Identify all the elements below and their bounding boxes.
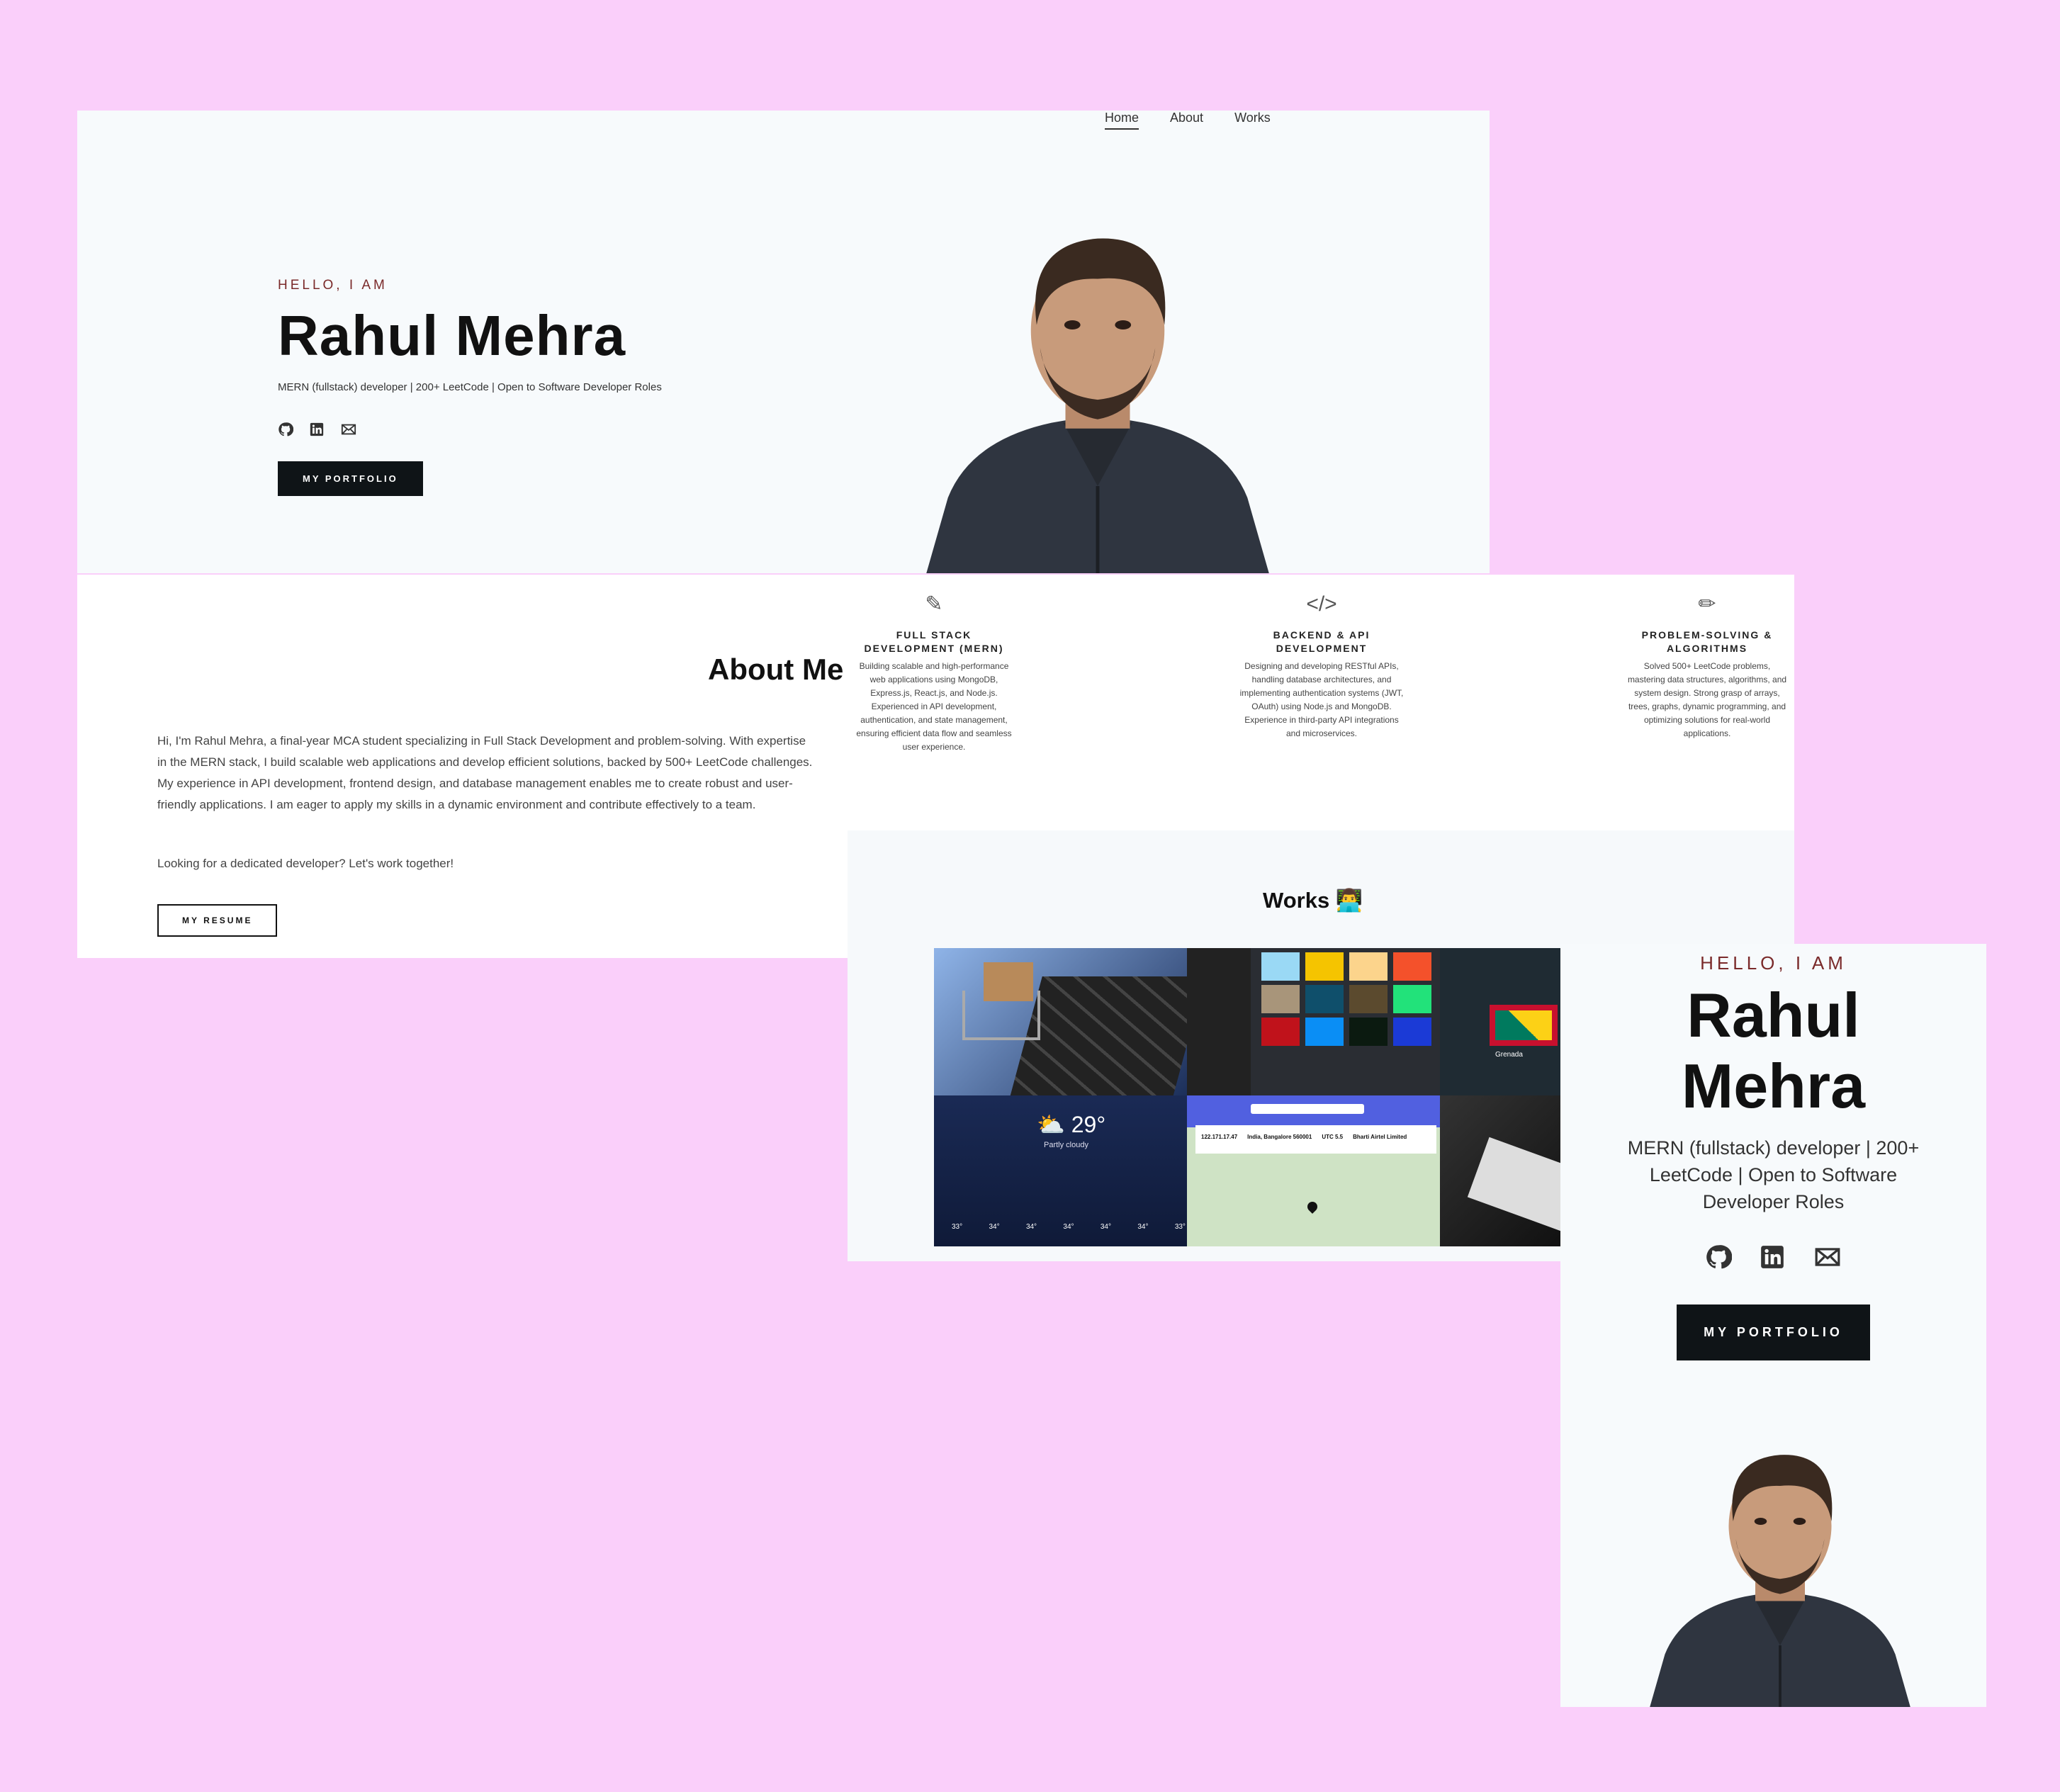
hero-intro: HELLO, I AM Rahul Mehra MERN (fullstack)… xyxy=(278,278,662,496)
github-icon[interactable] xyxy=(1705,1244,1732,1270)
mail-icon[interactable] xyxy=(1813,1244,1842,1270)
weather-temp: 29° xyxy=(1071,1112,1106,1137)
edit-icon: ✎ xyxy=(925,592,943,616)
service-title: PROBLEM-SOLVING & ALGORITHMS xyxy=(1641,629,1773,654)
works-title: Works 👨‍💻 xyxy=(1263,888,1363,913)
github-icon[interactable] xyxy=(278,422,293,437)
ip-location: India, Bangalore 560001 xyxy=(1247,1134,1312,1140)
ip-isp: Bharti Airtel Limited xyxy=(1353,1134,1407,1140)
color-swatch[interactable] xyxy=(1261,985,1300,1013)
social-links xyxy=(278,422,662,437)
pencil-icon: ✏ xyxy=(1698,592,1716,616)
service-text: Solved 500+ LeetCode problems, mastering… xyxy=(1627,661,1787,738)
nav-home[interactable]: Home xyxy=(1105,111,1139,130)
mobile-subtitle: MERN (fullstack) developer | 200+ LeetCo… xyxy=(1627,1137,1920,1212)
color-swatch[interactable] xyxy=(1393,952,1431,981)
work-tile-ecommerce[interactable] xyxy=(934,948,1187,1095)
about-paragraph: Hi, I'm Rahul Mehra, a final-year MCA st… xyxy=(157,734,813,811)
country-name: Grenada xyxy=(1495,1051,1523,1059)
sun-cloud-icon: ⛅ xyxy=(1037,1112,1065,1137)
service-text: Building scalable and high-performance w… xyxy=(856,661,1012,752)
color-swatch[interactable] xyxy=(1393,985,1431,1013)
work-tile-ip-tracker[interactable]: 122.171.17.47 India, Bangalore 560001 UT… xyxy=(1187,1095,1440,1246)
color-swatch[interactable] xyxy=(1349,1018,1388,1046)
color-swatch[interactable] xyxy=(1305,952,1344,981)
code-icon: </> xyxy=(1306,592,1337,616)
hero-subtitle: MERN (fullstack) developer | 200+ LeetCo… xyxy=(278,381,662,393)
color-swatch[interactable] xyxy=(1393,1018,1431,1046)
color-swatch[interactable] xyxy=(1305,985,1344,1013)
mail-icon[interactable] xyxy=(340,422,357,437)
forecast-hour: 34° xyxy=(989,1223,1000,1231)
laptop-person-icon: 👨‍💻 xyxy=(1335,888,1363,913)
weather-condition: Partly cloudy xyxy=(1044,1141,1088,1149)
ip-address: 122.171.17.47 xyxy=(1201,1134,1238,1140)
works-grid: Grenada ⛅ 29° Partly cloudy 33° 34° 34° 34°… xyxy=(934,948,1560,1246)
work-tile-country[interactable]: Grenada xyxy=(1440,948,1560,1095)
ip-timezone: UTC 5.5 xyxy=(1322,1134,1344,1140)
service-title: BACKEND & API DEVELOPMENT xyxy=(1273,629,1370,654)
service-card-algorithms: ✏ PROBLEM-SOLVING & ALGORITHMS Solved 50… xyxy=(1625,592,1789,740)
hero-mobile-screenshot: HELLO, I AM Rahul Mehra MERN (fullstack) … xyxy=(1560,944,1986,1707)
service-title: FULL STACK DEVELOPMENT (MERN) xyxy=(864,629,1004,654)
forecast-hour: 34° xyxy=(1137,1223,1149,1231)
linkedin-icon[interactable] xyxy=(309,422,325,437)
forecast-hour: 33° xyxy=(1174,1223,1186,1231)
forecast-hour: 33° xyxy=(952,1223,963,1231)
color-swatch[interactable] xyxy=(1261,1018,1300,1046)
color-swatch[interactable] xyxy=(1261,952,1300,981)
map-pin-icon xyxy=(1305,1200,1319,1214)
color-swatch[interactable] xyxy=(1349,952,1388,981)
mobile-social-links xyxy=(1560,1244,1986,1270)
service-text: Designing and developing RESTful APIs, h… xyxy=(1239,661,1404,738)
top-nav: Home About Works xyxy=(1105,111,1271,130)
nav-about[interactable]: About xyxy=(1170,111,1203,130)
work-tile-color-palette[interactable] xyxy=(1187,948,1440,1095)
mobile-portfolio-button[interactable]: MY PORTFOLIO xyxy=(1677,1304,1870,1360)
resume-button[interactable]: MY RESUME xyxy=(157,904,278,937)
about-title: About Me xyxy=(708,653,844,686)
service-card-backend: </> BACKEND & API DEVELOPMENT Designing … xyxy=(1239,592,1404,740)
portfolio-button[interactable]: MY PORTFOLIO xyxy=(278,461,423,496)
forecast-hour: 34° xyxy=(1025,1223,1037,1231)
work-tile-laptop[interactable] xyxy=(1440,1095,1560,1246)
forecast-hour: 34° xyxy=(1100,1223,1111,1231)
mobile-profile-photo xyxy=(1631,1433,1929,1707)
linkedin-icon[interactable] xyxy=(1759,1244,1786,1270)
mobile-name: Rahul Mehra xyxy=(1681,980,1866,1121)
ip-search-input[interactable] xyxy=(1251,1104,1364,1114)
color-swatch[interactable] xyxy=(1305,1018,1344,1046)
work-tile-weather[interactable]: ⛅ 29° Partly cloudy 33° 34° 34° 34° 34° 34° 33… xyxy=(934,1095,1187,1246)
about-cta: Looking for a dedicated developer? Let's… xyxy=(157,857,454,870)
color-swatch[interactable] xyxy=(1349,985,1388,1013)
mobile-eyebrow: HELLO, I AM xyxy=(1700,952,1847,974)
hero-desktop-screenshot: Home About Works HELLO, I AM Rahul Mehra… xyxy=(77,111,1490,573)
hero-name: Rahul Mehra xyxy=(278,304,626,367)
forecast-hour: 34° xyxy=(1063,1223,1074,1231)
hero-eyebrow: HELLO, I AM xyxy=(278,278,388,293)
service-card-fullstack: ✎ FULL STACK DEVELOPMENT (MERN) Building… xyxy=(852,592,1016,754)
nav-works[interactable]: Works xyxy=(1234,111,1271,130)
profile-photo xyxy=(913,210,1282,573)
